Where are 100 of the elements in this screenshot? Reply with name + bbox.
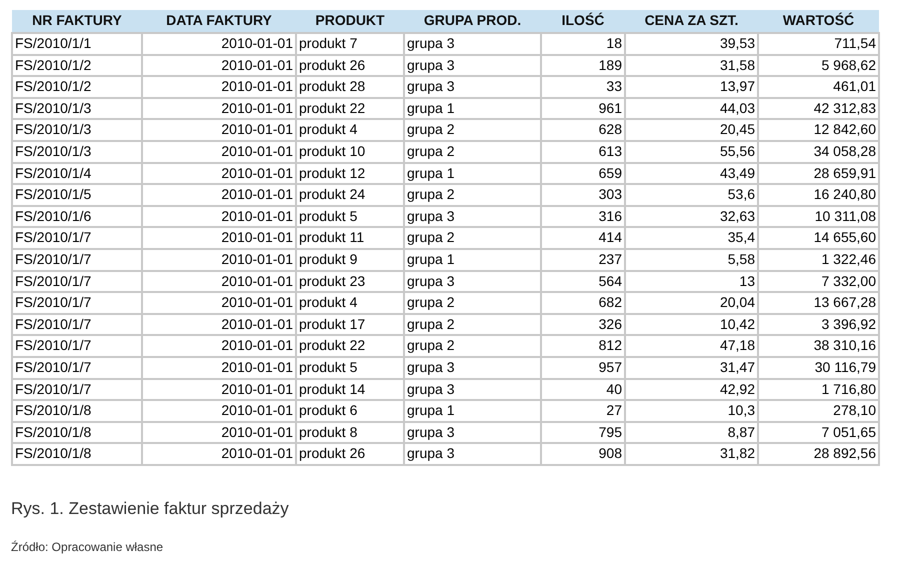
table-cell: 5 968,62 bbox=[758, 54, 879, 76]
table-cell: FS/2010/1/7 bbox=[12, 356, 142, 378]
table-cell: 326 bbox=[541, 314, 625, 336]
column-header: PRODUKT bbox=[296, 10, 404, 33]
table-cell: 31,47 bbox=[625, 356, 758, 378]
table-cell: 10,42 bbox=[625, 314, 758, 336]
table-cell: 53,6 bbox=[625, 184, 758, 206]
table-cell: produkt 6 bbox=[296, 400, 404, 422]
table-cell: 7 051,65 bbox=[758, 422, 879, 444]
table-cell: 812 bbox=[541, 335, 625, 357]
table-cell: 1 716,80 bbox=[758, 378, 879, 400]
table-cell: 28 892,56 bbox=[758, 443, 879, 465]
table-cell: 2010-01-01 bbox=[142, 119, 296, 141]
table-cell: 31,82 bbox=[625, 443, 758, 465]
table-cell: grupa 3 bbox=[404, 422, 541, 444]
table-cell: 20,45 bbox=[625, 119, 758, 141]
table-cell: FS/2010/1/2 bbox=[12, 54, 142, 76]
table-cell: produkt 17 bbox=[296, 314, 404, 336]
table-cell: 2010-01-01 bbox=[142, 400, 296, 422]
table-cell: 42,92 bbox=[625, 378, 758, 400]
table-cell: FS/2010/1/2 bbox=[12, 76, 142, 98]
table-cell: 13,97 bbox=[625, 76, 758, 98]
table-cell: grupa 3 bbox=[404, 378, 541, 400]
table-cell: 908 bbox=[541, 443, 625, 465]
table-cell: 30 116,79 bbox=[758, 356, 879, 378]
table-cell: produkt 8 bbox=[296, 422, 404, 444]
table-cell: grupa 2 bbox=[404, 292, 541, 314]
table-cell: 13 667,28 bbox=[758, 292, 879, 314]
table-cell: produkt 5 bbox=[296, 356, 404, 378]
table-cell: 2010-01-01 bbox=[142, 270, 296, 292]
table-cell: 237 bbox=[541, 248, 625, 271]
table-cell: produkt 7 bbox=[296, 33, 404, 55]
table-cell: FS/2010/1/7 bbox=[12, 292, 142, 314]
table-cell: 16 240,80 bbox=[758, 184, 879, 206]
table-cell: 2010-01-01 bbox=[142, 76, 296, 98]
table-cell: FS/2010/1/3 bbox=[12, 140, 142, 163]
table-cell: 2010-01-01 bbox=[142, 140, 296, 163]
table-cell: 47,18 bbox=[625, 335, 758, 357]
table-cell: grupa 3 bbox=[404, 206, 541, 228]
table-cell: grupa 3 bbox=[404, 54, 541, 76]
table-cell: FS/2010/1/4 bbox=[12, 162, 142, 184]
column-header: WARTOŚĆ bbox=[758, 10, 879, 33]
table-cell: 278,10 bbox=[758, 400, 879, 422]
column-header: NR FAKTURY bbox=[12, 10, 142, 33]
table-cell: FS/2010/1/7 bbox=[12, 314, 142, 336]
table-cell: 2010-01-01 bbox=[142, 54, 296, 76]
table-cell: 2010-01-01 bbox=[142, 227, 296, 249]
table-cell: 32,63 bbox=[625, 206, 758, 228]
table-cell: 34 058,28 bbox=[758, 140, 879, 163]
table-cell: grupa 2 bbox=[404, 227, 541, 249]
table-cell: produkt 12 bbox=[296, 162, 404, 184]
table-cell: 39,53 bbox=[625, 33, 758, 55]
table-cell: 659 bbox=[541, 162, 625, 184]
table-cell: grupa 1 bbox=[404, 400, 541, 422]
table-cell: 628 bbox=[541, 119, 625, 141]
table-cell: 2010-01-01 bbox=[142, 422, 296, 444]
table-cell: 14 655,60 bbox=[758, 227, 879, 249]
table-cell: FS/2010/1/7 bbox=[12, 248, 142, 271]
table-cell: produkt 22 bbox=[296, 335, 404, 357]
table-cell: grupa 1 bbox=[404, 162, 541, 184]
table-cell: 27 bbox=[541, 400, 625, 422]
table-cell: 8,87 bbox=[625, 422, 758, 444]
table-cell: 564 bbox=[541, 270, 625, 292]
table-cell: 10 311,08 bbox=[758, 206, 879, 228]
table-cell: 961 bbox=[541, 98, 625, 120]
table-cell: grupa 1 bbox=[404, 248, 541, 271]
table-cell: FS/2010/1/7 bbox=[12, 335, 142, 357]
table-cell: 2010-01-01 bbox=[142, 206, 296, 228]
table-cell: 55,56 bbox=[625, 140, 758, 163]
table-cell: produkt 5 bbox=[296, 206, 404, 228]
table-cell: grupa 2 bbox=[404, 314, 541, 336]
table-cell: produkt 9 bbox=[296, 248, 404, 271]
table-cell: FS/2010/1/8 bbox=[12, 443, 142, 465]
table-cell: FS/2010/1/3 bbox=[12, 98, 142, 120]
table-cell: produkt 14 bbox=[296, 378, 404, 400]
table-cell: FS/2010/1/3 bbox=[12, 119, 142, 141]
table-cell: 10,3 bbox=[625, 400, 758, 422]
column-header: DATA FAKTURY bbox=[142, 10, 296, 33]
table-cell: 2010-01-01 bbox=[142, 248, 296, 271]
table-cell: 2010-01-01 bbox=[142, 356, 296, 378]
table-cell: 2010-01-01 bbox=[142, 335, 296, 357]
table-cell: 2010-01-01 bbox=[142, 314, 296, 336]
table-cell: grupa 2 bbox=[404, 140, 541, 163]
table-cell: 711,54 bbox=[758, 33, 879, 55]
table-cell: produkt 11 bbox=[296, 227, 404, 249]
table-cell: 12 842,60 bbox=[758, 119, 879, 141]
table-cell: produkt 24 bbox=[296, 184, 404, 206]
table-cell: 795 bbox=[541, 422, 625, 444]
table-cell: FS/2010/1/6 bbox=[12, 206, 142, 228]
table-cell: 414 bbox=[541, 227, 625, 249]
table-cell: 38 310,16 bbox=[758, 335, 879, 357]
table-cell: produkt 23 bbox=[296, 270, 404, 292]
table-cell: grupa 3 bbox=[404, 76, 541, 98]
table-cell: produkt 4 bbox=[296, 292, 404, 314]
table-cell: 33 bbox=[541, 76, 625, 98]
table-cell: grupa 2 bbox=[404, 119, 541, 141]
table-cell: 7 332,00 bbox=[758, 270, 879, 292]
table-cell: grupa 1 bbox=[404, 98, 541, 120]
table-cell: 44,03 bbox=[625, 98, 758, 120]
table-cell: produkt 22 bbox=[296, 98, 404, 120]
